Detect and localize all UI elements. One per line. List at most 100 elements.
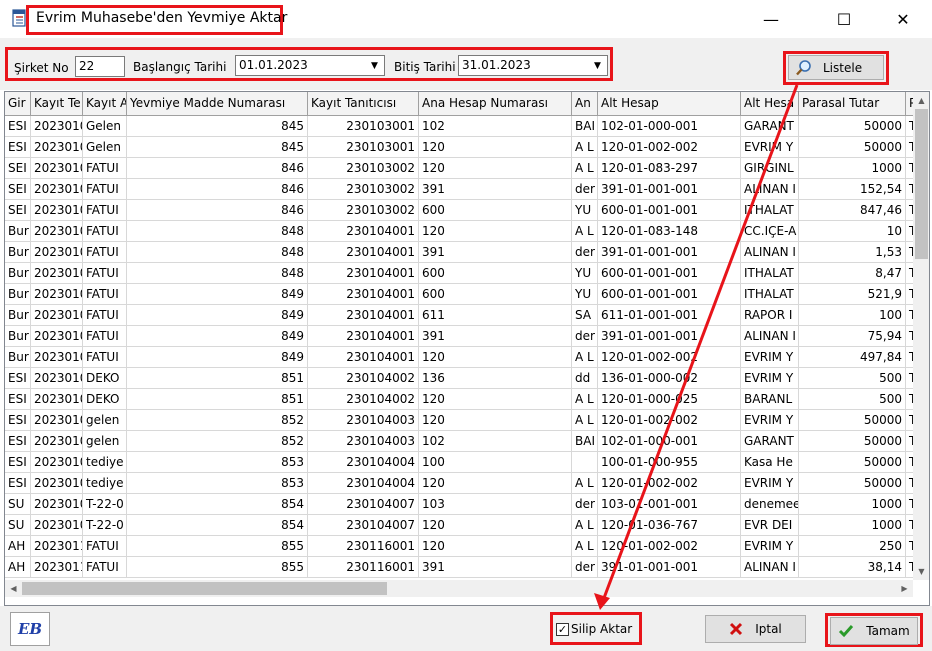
table-cell[interactable]: tediye [83, 473, 127, 494]
table-cell[interactable]: 100 [419, 452, 572, 473]
table-cell[interactable]: AH [5, 536, 31, 557]
minimize-button[interactable]: — [748, 5, 794, 33]
table-cell[interactable]: 391-01-001-001 [598, 242, 741, 263]
table-cell[interactable]: 230103001 [308, 116, 419, 137]
table-cell[interactable]: ESI [5, 452, 31, 473]
table-cell[interactable]: ITHALAT [741, 284, 799, 305]
table-cell[interactable]: gelen [83, 431, 127, 452]
table-row[interactable]: ESI 2023010 DEKO 851 230104002 120 A L 120-01-0… [5, 389, 915, 410]
table-cell[interactable]: 848 [127, 221, 308, 242]
table-cell[interactable]: RAPOR I [741, 305, 799, 326]
silip-aktar-checkbox[interactable]: ✓ Silip Aktar [556, 622, 632, 636]
table-row[interactable]: ESI 2023010 gelen 852 230104003 102 BAI 102-01-… [5, 431, 915, 452]
table-cell[interactable]: 846 [127, 200, 308, 221]
table-cell[interactable]: 848 [127, 263, 308, 284]
table-cell[interactable]: 611 [419, 305, 572, 326]
table-cell[interactable]: A L [572, 347, 598, 368]
column-header-kayit-aciklama[interactable]: Kayıt A [83, 92, 127, 116]
table-cell[interactable]: dd [572, 368, 598, 389]
yevmiye-grid[interactable]: Gir Kayıt Te Kayıt A Yevmiye Madde Numar… [4, 91, 930, 606]
table-cell[interactable]: SU [5, 515, 31, 536]
table-cell[interactable]: 50000 [799, 452, 906, 473]
table-cell[interactable]: 120-01-083-297 [598, 158, 741, 179]
table-cell[interactable]: 2023010 [31, 368, 83, 389]
table-cell[interactable]: ESI [5, 431, 31, 452]
table-cell[interactable]: 230104001 [308, 242, 419, 263]
table-cell[interactable]: 230104001 [308, 347, 419, 368]
table-cell[interactable]: 230104001 [308, 326, 419, 347]
table-cell[interactable]: T-22-0 [83, 515, 127, 536]
table-cell[interactable]: 120-01-002-002 [598, 473, 741, 494]
table-cell[interactable]: FATUI [83, 536, 127, 557]
table-cell[interactable]: 102 [419, 116, 572, 137]
table-cell[interactable]: 853 [127, 452, 308, 473]
table-cell[interactable]: 855 [127, 536, 308, 557]
sirket-no-input[interactable]: 22 [75, 56, 125, 77]
table-cell[interactable]: 120-01-036-767 [598, 515, 741, 536]
table-row[interactable]: ESI 2023010 tediye 853 230104004 120 A L 120-01… [5, 473, 915, 494]
table-cell[interactable]: 2023010 [31, 305, 83, 326]
table-cell[interactable]: 120-01-000-025 [598, 389, 741, 410]
table-cell[interactable]: 1000 [799, 158, 906, 179]
table-cell[interactable]: 852 [127, 431, 308, 452]
table-cell[interactable]: 38,14 [799, 557, 906, 578]
table-cell[interactable]: EVRIM Y [741, 368, 799, 389]
table-cell[interactable] [572, 452, 598, 473]
table-cell[interactable]: 2023011 [31, 536, 83, 557]
vertical-scrollbar[interactable]: ▲ ▼ [913, 92, 929, 580]
table-cell[interactable]: 50000 [799, 116, 906, 137]
table-cell[interactable]: 849 [127, 347, 308, 368]
table-cell[interactable]: T-22-0 [83, 494, 127, 515]
table-cell[interactable]: DEKO [83, 368, 127, 389]
table-row[interactable]: SEI 2023010 FATUI 846 230103002 120 A L 120-01-… [5, 158, 915, 179]
listele-button[interactable]: Listele [788, 55, 884, 80]
table-cell[interactable]: 136-01-000-002 [598, 368, 741, 389]
table-cell[interactable]: 103 [419, 494, 572, 515]
table-cell[interactable]: 849 [127, 326, 308, 347]
table-cell[interactable]: 2023010 [31, 431, 83, 452]
table-cell[interactable]: A L [572, 137, 598, 158]
scroll-up-icon[interactable]: ▲ [913, 92, 929, 109]
table-cell[interactable]: 849 [127, 305, 308, 326]
table-cell[interactable]: EVRIM Y [741, 536, 799, 557]
table-cell[interactable]: 50000 [799, 431, 906, 452]
table-cell[interactable]: Bur [5, 305, 31, 326]
table-row[interactable]: SEI 2023010 FATUI 846 230103002 600 YU 600-01-0… [5, 200, 915, 221]
table-cell[interactable]: AH [5, 557, 31, 578]
table-cell[interactable]: 855 [127, 557, 308, 578]
table-cell[interactable]: 152,54 [799, 179, 906, 200]
table-cell[interactable]: 2023010 [31, 347, 83, 368]
scroll-left-icon[interactable]: ◀ [5, 580, 22, 597]
table-cell[interactable]: 391 [419, 557, 572, 578]
table-cell[interactable]: Bur [5, 242, 31, 263]
table-row[interactable]: SU 2023010 T-22-0 854 230104007 120 A L 120-01-… [5, 515, 915, 536]
table-cell[interactable]: A L [572, 473, 598, 494]
table-cell[interactable]: GIRGINL [741, 158, 799, 179]
table-cell[interactable]: 2023010 [31, 200, 83, 221]
table-cell[interactable]: 2023010 [31, 389, 83, 410]
table-cell[interactable]: ALINAN I [741, 179, 799, 200]
table-cell[interactable]: 136 [419, 368, 572, 389]
table-cell[interactable]: 2023010 [31, 410, 83, 431]
table-cell[interactable]: der [572, 494, 598, 515]
table-cell[interactable]: Gelen [83, 137, 127, 158]
table-cell[interactable]: 600 [419, 284, 572, 305]
table-cell[interactable]: 10 [799, 221, 906, 242]
chevron-down-icon[interactable]: ▼ [367, 58, 382, 73]
table-cell[interactable]: 230104003 [308, 410, 419, 431]
table-cell[interactable]: SEI [5, 200, 31, 221]
vertical-scroll-thumb[interactable] [915, 109, 928, 259]
table-cell[interactable]: 230104004 [308, 452, 419, 473]
table-cell[interactable]: 120 [419, 347, 572, 368]
table-cell[interactable]: EVRIM Y [741, 473, 799, 494]
table-cell[interactable]: 230104001 [308, 305, 419, 326]
table-row[interactable]: SEI 2023010 FATUI 846 230103002 391 der 391-01-… [5, 179, 915, 200]
table-cell[interactable]: 391-01-001-001 [598, 557, 741, 578]
tamam-button[interactable]: Tamam [830, 617, 918, 645]
table-cell[interactable]: 391-01-001-001 [598, 326, 741, 347]
column-header-kayit-tarihi[interactable]: Kayıt Te [31, 92, 83, 116]
table-row[interactable]: AH 2023011 FATUI 855 230116001 391 der 391-01-0… [5, 557, 915, 578]
table-cell[interactable]: 2023010 [31, 494, 83, 515]
table-cell[interactable]: ESI [5, 368, 31, 389]
start-date-picker[interactable]: 01.01.2023 ▼ [235, 55, 385, 76]
